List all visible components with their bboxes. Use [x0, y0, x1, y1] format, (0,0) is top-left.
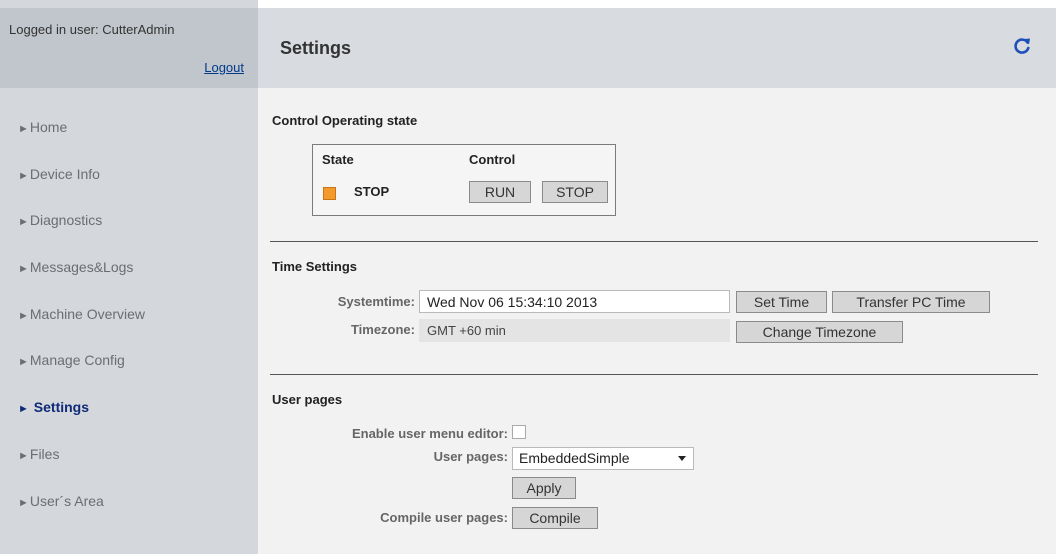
page-header: Settings	[258, 8, 1056, 88]
section-title-time-settings: Time Settings	[272, 259, 358, 274]
user-pages-selected-value: EmbeddedSimple	[519, 450, 630, 466]
nav-arrow-icon: ►	[18, 263, 29, 276]
sidebar-item-diagnostics[interactable]: ►Diagnostics	[0, 197, 258, 244]
compile-button[interactable]: Compile	[512, 507, 598, 529]
refresh-icon[interactable]	[1012, 36, 1032, 56]
nav-arrow-icon: ►	[18, 123, 29, 135]
sidebar-item-machine-overview[interactable]: ►Machine Overview	[0, 291, 258, 338]
sidebar-item-home[interactable]: ►Home	[0, 104, 258, 151]
section-divider	[270, 241, 1038, 242]
page-title: Settings	[280, 38, 352, 58]
column-header-state: State	[322, 152, 354, 167]
stop-button[interactable]: STOP	[542, 181, 608, 203]
timezone-label: Timezone:	[350, 322, 415, 337]
sidebar: Logged in user: CutterAdmin Logout ►Home…	[0, 0, 258, 554]
change-timezone-button[interactable]: Change Timezone	[736, 321, 903, 343]
timezone-value: GMT +60 min	[419, 319, 730, 342]
user-pages-label: User pages:	[433, 449, 508, 464]
sidebar-item-users-area[interactable]: ►User´s Area	[0, 478, 258, 525]
transfer-pc-time-button[interactable]: Transfer PC Time	[832, 291, 990, 313]
logout-link[interactable]: Logout	[204, 60, 244, 75]
enable-user-menu-editor-checkbox[interactable]	[512, 425, 526, 439]
nav-arrow-icon: ►	[18, 356, 29, 369]
chevron-down-icon	[678, 456, 686, 461]
nav-arrow-icon: ►	[18, 449, 29, 462]
sidebar-item-messages-logs[interactable]: ►Messages&Logs	[0, 244, 258, 291]
nav-arrow-icon: ►	[18, 169, 29, 182]
nav-arrow-icon: ►	[18, 496, 29, 509]
enable-user-menu-editor-label: Enable user menu editor:	[351, 426, 508, 441]
nav-arrow-icon: ►	[18, 403, 29, 416]
user-pages-select[interactable]: EmbeddedSimple	[512, 447, 694, 470]
sidebar-item-label: User´s Area	[29, 492, 104, 509]
logged-in-user-text: Logged in user: CutterAdmin	[9, 22, 175, 37]
compile-user-pages-label: Compile user pages:	[380, 510, 508, 525]
sidebar-nav: ►Home ►Device Info ►Diagnostics ►Message…	[0, 104, 258, 524]
state-indicator-icon	[323, 187, 336, 200]
app-window: Logged in user: CutterAdmin Logout ►Home…	[0, 0, 1056, 554]
section-divider	[270, 374, 1038, 375]
sidebar-item-label: Device Info	[29, 165, 100, 182]
sidebar-item-manage-config[interactable]: ►Manage Config	[0, 337, 258, 384]
login-panel: Logged in user: CutterAdmin Logout	[0, 8, 258, 88]
set-time-button[interactable]: Set Time	[736, 291, 827, 313]
systemtime-input[interactable]: Wed Nov 06 15:34:10 2013	[419, 290, 730, 313]
sidebar-item-label: Manage Config	[29, 352, 125, 369]
operating-state-value: STOP	[354, 184, 390, 199]
sidebar-item-device-info[interactable]: ►Device Info	[0, 151, 258, 198]
section-title-operating-state: Control Operating state	[272, 113, 418, 128]
column-header-control: Control	[469, 152, 516, 167]
sidebar-item-label: Machine Overview	[29, 305, 146, 322]
sidebar-item-label: Messages&Logs	[29, 259, 134, 276]
nav-arrow-icon: ►	[18, 216, 29, 229]
sidebar-item-files[interactable]: ►Files	[0, 431, 258, 478]
sidebar-item-label: Diagnostics	[29, 212, 103, 229]
run-button[interactable]: RUN	[469, 181, 531, 203]
sidebar-item-label: Files	[29, 445, 60, 462]
systemtime-label: Systemtime:	[337, 294, 415, 309]
sidebar-item-label: Home	[29, 119, 68, 135]
section-title-user-pages: User pages	[272, 392, 343, 407]
operating-state-table: State Control STOP RUN STOP	[312, 144, 616, 216]
sidebar-item-label: Settings	[33, 399, 90, 416]
nav-arrow-icon: ►	[18, 309, 29, 322]
main-content: Control Operating state State Control ST…	[258, 88, 1056, 554]
sidebar-item-settings[interactable]: ► Settings	[0, 384, 258, 431]
apply-button[interactable]: Apply	[512, 477, 576, 499]
